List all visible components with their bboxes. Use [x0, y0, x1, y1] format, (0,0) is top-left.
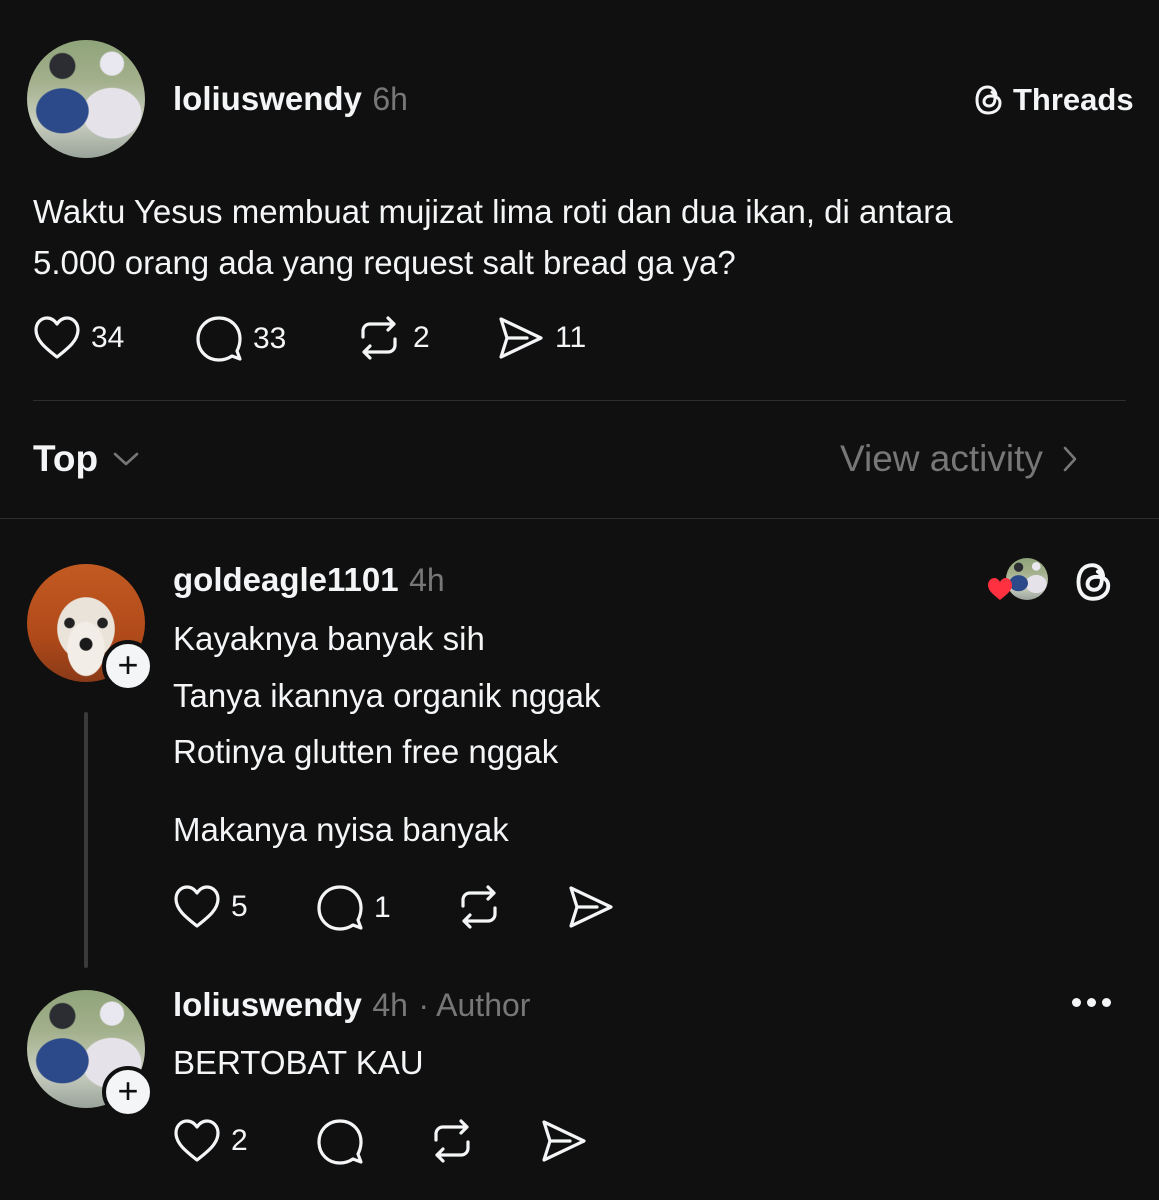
red-heart-icon — [988, 578, 1012, 600]
post-like-count: 34 — [91, 321, 125, 354]
post-author-avatar[interactable] — [27, 40, 145, 158]
reply-2-reply-button[interactable] — [316, 1118, 364, 1166]
reply-1-line-3: Rotinya glutten free nggak — [173, 733, 559, 770]
reply-1-reply-count: 1 — [374, 891, 391, 924]
threads-logo-icon — [975, 85, 1002, 115]
reply-1-like-count: 5 — [231, 890, 248, 923]
reply-1-repost-button[interactable] — [455, 884, 503, 930]
post-divider — [33, 400, 1126, 401]
heart-icon — [174, 1119, 220, 1162]
reply-2-time: 4h — [372, 987, 408, 1023]
view-activity-label: View activity — [840, 438, 1043, 479]
post-share-button[interactable]: 11 — [497, 315, 586, 361]
reply-2-header: loliuswendy 4h · Author — [173, 986, 530, 1024]
reply-2-line-1: BERTOBAT KAU — [173, 1044, 424, 1081]
reply-1-follow-button[interactable]: + — [102, 640, 154, 692]
reply-1-username[interactable]: goldeagle1101 — [173, 561, 399, 598]
reply-2-like-count: 2 — [231, 1124, 248, 1157]
share-icon — [569, 886, 613, 928]
sort-dropdown[interactable]: Top — [33, 438, 140, 480]
reply-1-line-2: Tanya ikannya organik nggak — [173, 677, 601, 714]
more-options-button[interactable] — [1072, 998, 1111, 1007]
reply-1-share-button[interactable] — [567, 884, 615, 930]
chevron-down-icon — [113, 452, 139, 466]
reply-1-line-4: Makanya nyisa banyak — [173, 811, 509, 848]
reply-2-like-button[interactable]: 2 — [173, 1118, 248, 1164]
heart-icon — [34, 316, 80, 359]
share-icon — [542, 1120, 586, 1162]
more-icon — [1072, 998, 1111, 1007]
threads-logo-icon[interactable] — [1072, 560, 1116, 604]
threads-brand-label: Threads — [1013, 82, 1134, 117]
share-icon — [499, 317, 543, 359]
post-time: 6h — [372, 81, 408, 117]
sort-label: Top — [33, 438, 99, 479]
plus-icon: + — [117, 644, 139, 685]
post-reply-button[interactable]: 33 — [195, 315, 286, 363]
post-text-line-1: Waktu Yesus membuat mujizat lima roti da… — [33, 193, 953, 230]
comment-icon — [317, 885, 363, 931]
reply-1-header: goldeagle1101 4h — [173, 561, 445, 599]
post-repost-count: 2 — [413, 321, 430, 354]
reply-1-time: 4h — [409, 562, 445, 598]
thread-connector-line — [84, 712, 88, 968]
comment-icon — [196, 316, 242, 362]
view-activity-link[interactable]: View activity — [840, 438, 1079, 480]
post-like-button[interactable]: 34 — [33, 315, 124, 361]
author-liked-indicator — [986, 558, 1050, 606]
reply-1-like-button[interactable]: 5 — [173, 884, 248, 930]
plus-icon: + — [117, 1070, 139, 1111]
post-reply-count: 33 — [253, 322, 287, 355]
repost-icon — [461, 885, 497, 929]
threads-brand[interactable]: Threads — [973, 82, 1134, 118]
reply-1-line-1: Kayaknya banyak sih — [173, 620, 485, 657]
post-share-count: 11 — [555, 321, 587, 354]
comment-icon — [317, 1119, 363, 1165]
repost-icon — [434, 1119, 470, 1163]
heart-icon — [174, 885, 220, 928]
repost-icon — [361, 316, 397, 360]
post-text-line-2: 5.000 orang ada yang request salt bread … — [33, 244, 736, 281]
reply-2-author-tag: · Author — [418, 987, 531, 1023]
reply-2-repost-button[interactable] — [428, 1118, 476, 1164]
reply-2-follow-button[interactable]: + — [102, 1066, 154, 1118]
post-username[interactable]: loliuswendy — [173, 80, 362, 117]
post-repost-button[interactable]: 2 — [355, 315, 430, 361]
reply-1-reply-button[interactable]: 1 — [316, 884, 391, 932]
post-header: loliuswendy 6h — [173, 80, 408, 118]
chevron-right-icon — [1063, 446, 1077, 472]
reply-2-username[interactable]: loliuswendy — [173, 986, 362, 1023]
filter-divider — [0, 518, 1159, 519]
reply-2-share-button[interactable] — [540, 1118, 588, 1164]
